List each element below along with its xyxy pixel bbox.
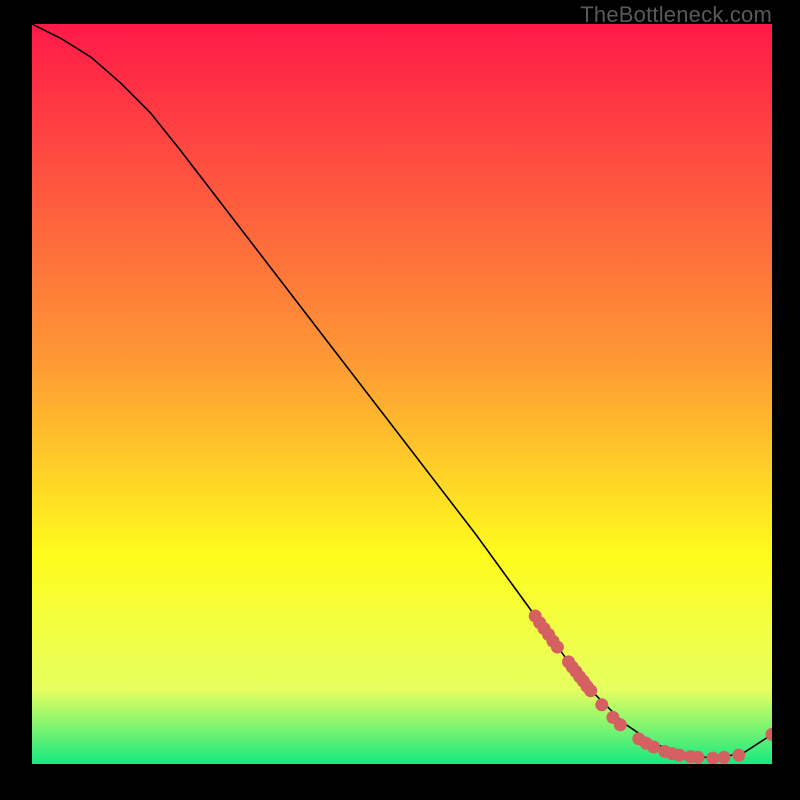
data-marker bbox=[717, 751, 730, 764]
data-marker bbox=[584, 684, 597, 697]
data-marker bbox=[551, 641, 564, 654]
data-marker bbox=[732, 749, 745, 762]
data-marker bbox=[595, 698, 608, 711]
data-marker bbox=[673, 749, 686, 762]
data-marker bbox=[614, 718, 627, 731]
bottleneck-chart bbox=[32, 24, 772, 764]
data-marker bbox=[706, 752, 719, 764]
data-marker bbox=[692, 751, 705, 764]
chart-stage: TheBottleneck.com bbox=[0, 0, 800, 800]
data-marker bbox=[647, 740, 660, 753]
gradient-background bbox=[32, 24, 772, 764]
chart-svg bbox=[32, 24, 772, 764]
